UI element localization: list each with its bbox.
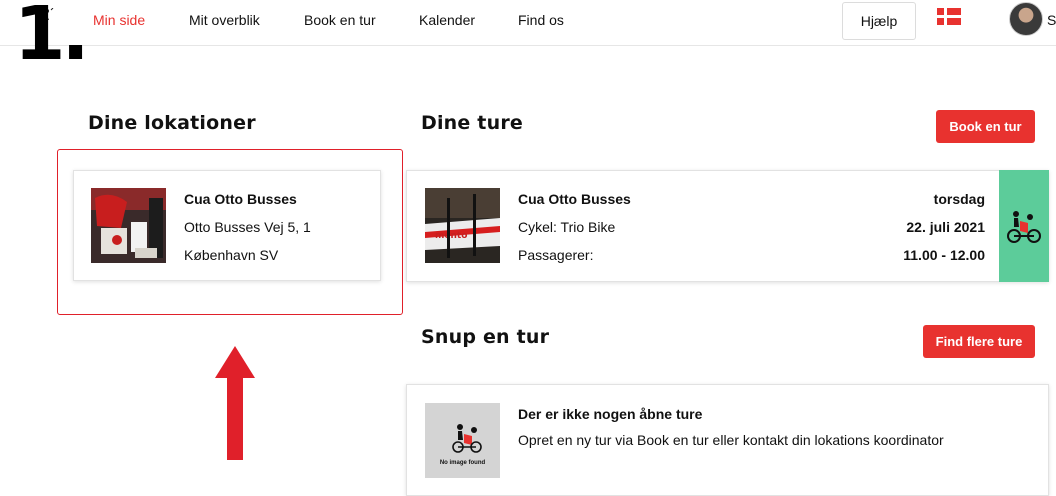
nav-find-os[interactable]: Find os [518,12,564,28]
empty-heading: Der er ikke nogen åbne ture [518,406,703,422]
trip-date: 22. juli 2021 [906,219,985,235]
location-card[interactable]: Cua Otto Busses Otto Busses Vej 5, 1 Køb… [73,170,381,281]
locations-title: Dine lokationer [88,112,256,134]
top-navigation: Min side Mit overblik Book en tur Kalend… [0,0,1056,46]
open-trips-title: Snup en tur [421,326,550,348]
open-trips-empty-card: No image found Der er ikke nogen åbne tu… [406,384,1049,496]
trip-card[interactable]: mento Cua Otto Busses Cykel: Trio Bike P… [406,170,1049,282]
nav-kalender[interactable]: Kalender [419,12,475,28]
help-button[interactable]: Hjælp [842,2,916,40]
avatar[interactable] [1009,2,1043,36]
trip-location-name: Cua Otto Busses [518,191,631,207]
trip-status-indicator [999,170,1049,282]
nav-min-side[interactable]: Min side [93,12,145,28]
no-image-label: No image found [439,460,486,466]
avatar-name-initial[interactable]: S [1047,12,1056,28]
arrow-up-icon [215,346,255,460]
svg-text:mento: mento [435,231,467,241]
trip-passengers: Passagerer: [518,247,594,263]
rickshaw-icon [1007,211,1041,243]
location-name: Cua Otto Busses [184,191,297,207]
trip-bike: Cykel: Trio Bike [518,219,616,235]
location-thumbnail [91,188,166,263]
empty-message: Opret en ny tur via Book en tur eller ko… [518,432,944,448]
trip-weekday: torsdag [933,191,985,207]
danish-flag-icon[interactable] [937,8,961,25]
no-image-placeholder: No image found [425,403,500,478]
step-number-overlay: 1. [14,0,90,77]
find-more-trips-button[interactable]: Find flere ture [923,325,1035,358]
book-trip-button[interactable]: Book en tur [936,110,1035,143]
trips-title: Dine ture [421,112,523,134]
nav-book-en-tur[interactable]: Book en tur [304,12,376,28]
location-address-line2: København SV [184,247,279,263]
trip-thumbnail: mento [425,188,500,263]
trip-time: 11.00 - 12.00 [903,247,985,263]
nav-mit-overblik[interactable]: Mit overblik [189,12,260,28]
location-address-line1: Otto Busses Vej 5, 1 [184,219,311,235]
